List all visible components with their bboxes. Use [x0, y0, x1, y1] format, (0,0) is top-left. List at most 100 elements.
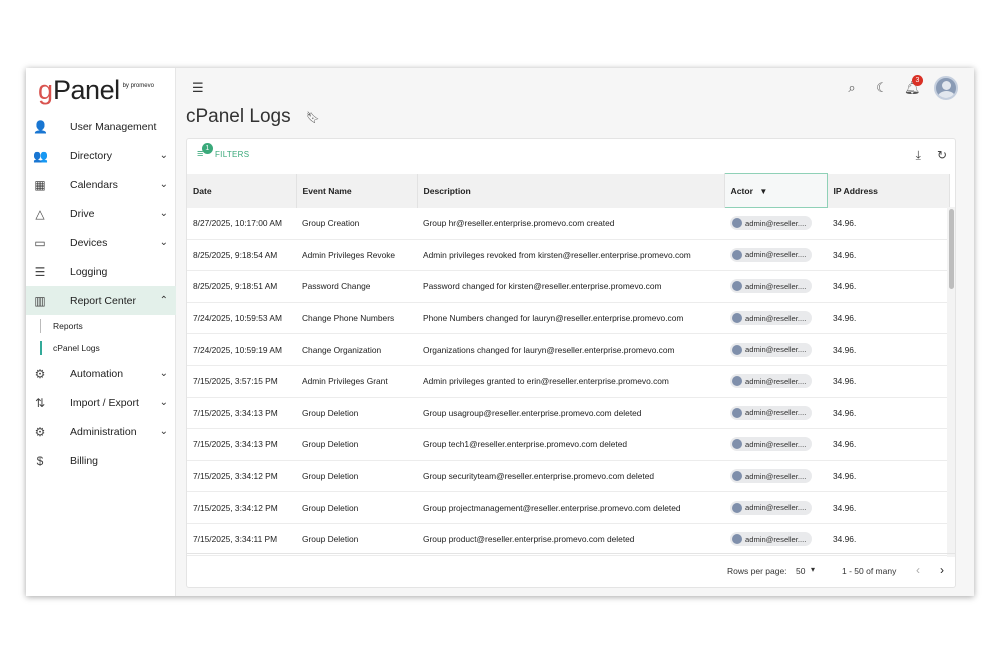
gpanel-logo[interactable]: g Panel by promevo: [38, 74, 154, 108]
scrollbar-thumb[interactable]: [949, 209, 954, 289]
cell-description: Group product@reseller.enterprise.promev…: [417, 523, 724, 556]
chevron-down-icon[interactable]: ⌄: [160, 237, 168, 248]
actor-chip[interactable]: admin@reseller....: [730, 342, 813, 357]
sidebar-item-calendars[interactable]: ▦ Calendars ⌄: [26, 170, 176, 199]
menu-icon[interactable]: ☰: [192, 80, 204, 96]
sidebar-item-drive[interactable]: △ Drive ⌄: [26, 199, 176, 228]
filter-funnel-icon[interactable]: ▼: [759, 187, 767, 196]
cell-description: Password changed for kirsten@reseller.en…: [417, 270, 724, 303]
cell-ip-address: 34.96.: [827, 239, 949, 272]
import-export-icon: ⇅: [34, 395, 46, 410]
chevron-down-icon[interactable]: ⌄: [160, 150, 168, 161]
sidebar-subitem-cpanel-logs[interactable]: cPanel Logs: [26, 337, 176, 359]
cell-description: Group securityteam@reseller.enterprise.p…: [417, 460, 724, 493]
actor-chip[interactable]: admin@reseller....: [730, 374, 813, 389]
chevron-up-icon[interactable]: ⌃: [160, 295, 168, 306]
column-header-actor[interactable]: Actor ▼: [723, 173, 828, 208]
bookmark-icon[interactable]: 🔖︎: [306, 111, 320, 124]
notification-badge: 3: [912, 75, 923, 86]
column-header-ip-address[interactable]: IP Address: [827, 173, 950, 208]
sidebar-item-label: Billing: [70, 454, 99, 467]
actor-label: admin@reseller....: [745, 534, 807, 544]
cell-date: 7/15/2025, 3:34:13 PM: [187, 428, 296, 461]
sidebar-item-label: Report Center: [70, 294, 136, 307]
cell-ip-address: 34.96.: [827, 270, 949, 303]
table-row[interactable]: 7/15/2025, 3:34:13 PM Group Deletion Group…: [187, 428, 949, 461]
list-icon: ☰: [34, 264, 46, 279]
sidebar-item-devices[interactable]: ▭ Devices ⌄: [26, 228, 176, 257]
previous-page-icon[interactable]: ‹: [916, 563, 920, 577]
actor-avatar: [732, 249, 742, 260]
search-icon[interactable]: ⌕: [844, 80, 860, 96]
sidebar-item-automation[interactable]: ⚙ Automation ⌄: [26, 359, 176, 388]
cell-event-name: Admin Privileges Grant: [296, 365, 417, 398]
actor-chip[interactable]: admin@reseller....: [730, 311, 813, 326]
cell-description: Group hr@reseller.enterprise.promevo.com…: [417, 207, 724, 240]
subitem-indicator: [40, 319, 41, 333]
sidebar-item-report-center[interactable]: ▥ Report Center ⌃: [26, 286, 176, 315]
actor-avatar: [732, 218, 742, 229]
report-icon: ▥: [34, 293, 46, 308]
cell-actor: admin@reseller....: [724, 239, 827, 272]
refresh-icon[interactable]: ↻: [937, 148, 947, 163]
chevron-down-icon[interactable]: ⌄: [160, 179, 168, 190]
cell-date: 7/15/2025, 3:34:11 PM: [187, 523, 296, 556]
table-row[interactable]: 7/15/2025, 3:34:11 PM Group Deletion Group…: [187, 523, 949, 556]
filters-button[interactable]: ≡ 1 FILTERS: [197, 143, 249, 160]
sidebar-item-billing[interactable]: $ Billing: [26, 446, 176, 475]
chevron-down-icon[interactable]: ⌄: [160, 368, 168, 379]
sidebar-item-import-export[interactable]: ⇅ Import / Export ⌄: [26, 388, 176, 417]
rows-per-page-select[interactable]: 50: [796, 566, 805, 576]
column-header-event-name[interactable]: Event Name: [296, 173, 418, 208]
table-row[interactable]: 7/15/2025, 3:34:13 PM Group Deletion Group…: [187, 397, 949, 430]
chevron-down-icon[interactable]: ⌄: [160, 397, 168, 408]
cell-actor: admin@reseller....: [724, 460, 827, 493]
actor-chip[interactable]: admin@reseller....: [730, 532, 813, 547]
sidebar-item-user-management[interactable]: 👤 User Management: [26, 112, 176, 141]
table-row[interactable]: 8/27/2025, 10:17:00 AM Group Creation Grou…: [187, 207, 949, 240]
sidebar-item-directory[interactable]: 👥 Directory ⌄: [26, 141, 176, 170]
sidebar-item-logging[interactable]: ☰ Logging: [26, 257, 176, 286]
table-row[interactable]: 7/15/2025, 3:34:12 PM Group Deletion Group…: [187, 491, 949, 524]
actor-chip[interactable]: admin@reseller....: [730, 279, 813, 294]
sidebar-subitem-reports[interactable]: Reports: [26, 315, 176, 337]
table-row[interactable]: 7/24/2025, 10:59:19 AM Change Organizatio…: [187, 333, 949, 366]
cell-actor: admin@reseller....: [724, 270, 827, 303]
caret-down-icon[interactable]: ▾: [811, 565, 815, 574]
table-row[interactable]: 7/15/2025, 3:57:15 PM Admin Privileges Gr…: [187, 365, 949, 398]
sidebar-item-administration[interactable]: ⚙ Administration ⌄: [26, 417, 176, 446]
table-row[interactable]: 7/24/2025, 10:59:53 AM Change Phone Numbe…: [187, 302, 949, 335]
table-row[interactable]: 7/15/2025, 3:34:12 PM Group Deletion Group…: [187, 460, 949, 493]
column-header-actor-label: Actor: [730, 185, 753, 196]
table-row[interactable]: 8/25/2025, 9:18:51 AM Password Change Pass…: [187, 270, 949, 303]
table-row[interactable]: 8/25/2025, 9:18:54 AM Admin Privileges Re…: [187, 239, 949, 272]
actor-label: admin@reseller....: [745, 345, 807, 355]
notifications-button[interactable]: 🔔︎ 3: [904, 75, 923, 97]
cell-event-name: Group Deletion: [296, 428, 417, 461]
chevron-down-icon[interactable]: ⌄: [160, 208, 168, 219]
next-page-icon[interactable]: ›: [940, 563, 944, 577]
cell-date: 7/24/2025, 10:59:53 AM: [187, 302, 296, 335]
cell-actor: admin@reseller....: [724, 207, 827, 240]
cell-description: Admin privileges granted to erin@reselle…: [417, 365, 724, 398]
column-header-description[interactable]: Description: [417, 173, 725, 208]
actor-chip[interactable]: admin@reseller....: [730, 500, 813, 515]
cell-date: 7/15/2025, 3:34:12 PM: [187, 460, 296, 493]
cell-event-name: Change Phone Numbers: [296, 302, 417, 335]
subitem-indicator: [40, 341, 42, 355]
chevron-down-icon[interactable]: ⌄: [160, 426, 168, 437]
actor-chip[interactable]: admin@reseller....: [730, 405, 813, 420]
actor-chip[interactable]: admin@reseller....: [730, 437, 813, 452]
actor-chip[interactable]: admin@reseller....: [730, 247, 813, 262]
column-header-date[interactable]: Date: [187, 173, 297, 208]
actor-chip[interactable]: admin@reseller....: [730, 216, 813, 231]
cell-description: Phone Numbers changed for lauryn@reselle…: [417, 302, 724, 335]
download-icon[interactable]: ⤓: [916, 148, 921, 163]
cell-actor: admin@reseller....: [724, 397, 827, 430]
avatar[interactable]: [934, 76, 958, 100]
actor-chip[interactable]: admin@reseller....: [730, 469, 813, 484]
cell-actor: admin@reseller....: [724, 491, 827, 524]
cell-actor: admin@reseller....: [724, 302, 827, 335]
cell-ip-address: 34.96.: [827, 428, 949, 461]
dark-mode-icon[interactable]: ☾: [874, 80, 890, 96]
